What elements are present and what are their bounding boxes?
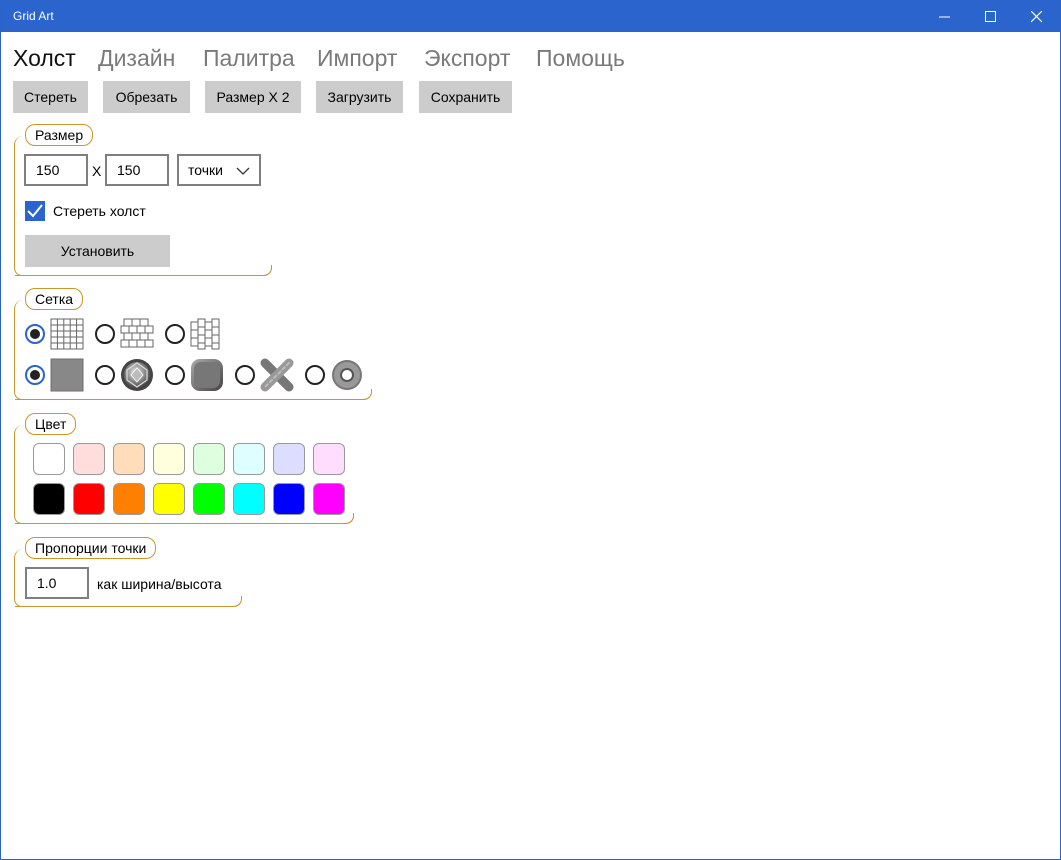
strong-color-swatch-3[interactable] bbox=[153, 483, 185, 515]
unit-select-value: точки bbox=[188, 162, 223, 178]
checkmark-icon bbox=[27, 204, 43, 218]
close-icon bbox=[1031, 11, 1043, 23]
ring-bead-icon bbox=[332, 360, 362, 390]
apply-size-button[interactable]: Установить bbox=[25, 235, 170, 267]
strong-color-swatch-0[interactable] bbox=[33, 483, 65, 515]
tab-canvas[interactable]: Холст bbox=[13, 45, 76, 72]
dot-ratio-group-label: Пропорции точки bbox=[25, 537, 157, 559]
tab-palette[interactable]: Палитра bbox=[203, 45, 295, 72]
dot-style-rounded-radio[interactable] bbox=[165, 365, 185, 385]
flat-square-icon bbox=[50, 358, 84, 392]
rounded-tile-icon bbox=[191, 359, 223, 391]
window-title: Grid Art bbox=[13, 9, 54, 23]
double-size-button[interactable]: Размер X 2 bbox=[205, 81, 301, 113]
tab-design[interactable]: Дизайн bbox=[98, 45, 175, 72]
square-grid-icon bbox=[50, 318, 84, 350]
strong-color-swatch-2[interactable] bbox=[113, 483, 145, 515]
clear-canvas-checkbox[interactable] bbox=[25, 201, 45, 221]
brick-grid-icon bbox=[120, 318, 154, 348]
save-button[interactable]: Сохранить bbox=[419, 81, 512, 113]
grid-group: Сетка bbox=[14, 288, 372, 400]
dot-ratio-input[interactable] bbox=[25, 567, 89, 599]
dot-style-ring-radio[interactable] bbox=[305, 365, 325, 385]
light-color-swatch-1[interactable] bbox=[73, 443, 105, 475]
gem-icon bbox=[121, 359, 153, 391]
light-color-swatch-3[interactable] bbox=[153, 443, 185, 475]
dot-style-gem-radio[interactable] bbox=[95, 365, 115, 385]
width-input[interactable] bbox=[24, 154, 88, 186]
tab-import[interactable]: Импорт bbox=[317, 45, 397, 72]
size-group-label: Размер bbox=[25, 124, 94, 146]
dot-style-flat-radio[interactable] bbox=[25, 365, 45, 385]
tab-help[interactable]: Помощь bbox=[536, 45, 625, 72]
clear-button[interactable]: Стереть bbox=[13, 81, 88, 113]
load-button[interactable]: Загрузить bbox=[316, 81, 403, 113]
light-color-swatch-7[interactable] bbox=[313, 443, 345, 475]
dot-style-cross-radio[interactable] bbox=[235, 365, 255, 385]
color-group-label: Цвет bbox=[25, 413, 77, 435]
grid-group-label: Сетка bbox=[25, 288, 84, 310]
dot-ratio-hint: как ширина/высота bbox=[97, 576, 222, 592]
vertical-brick-grid-icon bbox=[190, 318, 220, 350]
cross-stitch-icon bbox=[260, 358, 294, 392]
strong-color-swatch-5[interactable] bbox=[233, 483, 265, 515]
maximize-icon bbox=[985, 11, 996, 22]
minimize-button[interactable] bbox=[922, 1, 968, 32]
strong-color-swatch-1[interactable] bbox=[73, 483, 105, 515]
unit-select[interactable]: точки bbox=[177, 154, 261, 186]
dot-ratio-group: Пропорции точки как ширина/высота bbox=[14, 537, 242, 607]
strong-color-swatch-4[interactable] bbox=[193, 483, 225, 515]
maximize-button[interactable] bbox=[968, 1, 1014, 32]
strong-color-swatch-6[interactable] bbox=[273, 483, 305, 515]
color-group: Цвет bbox=[14, 413, 354, 524]
title-bar[interactable]: Grid Art bbox=[1, 1, 1060, 32]
strong-color-swatch-7[interactable] bbox=[313, 483, 345, 515]
light-color-swatch-4[interactable] bbox=[193, 443, 225, 475]
light-color-swatch-2[interactable] bbox=[113, 443, 145, 475]
size-group: Размер X точки Стереть холст Установить bbox=[14, 124, 272, 276]
grid-layout-brick-radio[interactable] bbox=[95, 324, 115, 344]
size-separator: X bbox=[92, 163, 102, 179]
light-color-swatch-6[interactable] bbox=[273, 443, 305, 475]
app-window: Grid Art Холст Дизайн Палитра Импорт Экс… bbox=[0, 0, 1061, 860]
close-button[interactable] bbox=[1014, 1, 1060, 32]
chevron-down-icon bbox=[236, 167, 250, 175]
grid-layout-square-radio[interactable] bbox=[25, 324, 45, 344]
crop-button[interactable]: Обрезать bbox=[103, 81, 190, 113]
clear-canvas-label: Стереть холст bbox=[53, 203, 146, 219]
light-color-swatch-5[interactable] bbox=[233, 443, 265, 475]
grid-layout-vertical-brick-radio[interactable] bbox=[165, 324, 185, 344]
minimize-icon bbox=[939, 16, 950, 18]
height-input[interactable] bbox=[105, 154, 169, 186]
light-color-swatch-0[interactable] bbox=[33, 443, 65, 475]
tab-export[interactable]: Экспорт bbox=[424, 45, 510, 72]
